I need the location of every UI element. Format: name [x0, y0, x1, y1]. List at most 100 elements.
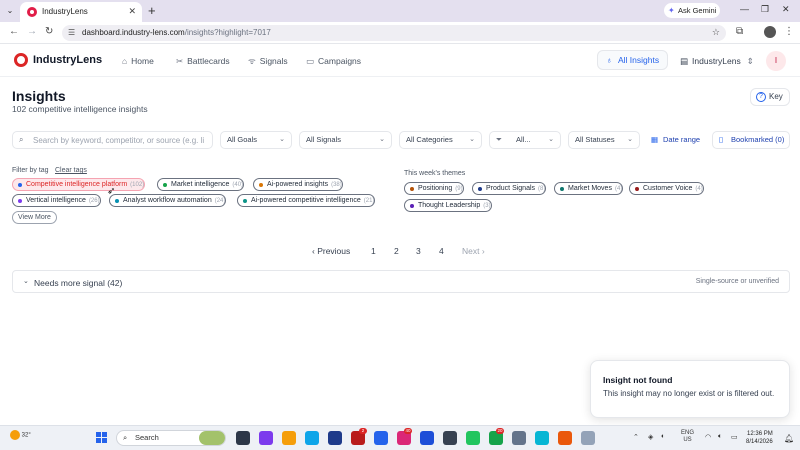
- nav-campaigns[interactable]: ▭ Campaigns: [306, 56, 361, 67]
- key-button[interactable]: ? Key: [750, 88, 790, 106]
- browser-profile-avatar[interactable]: [764, 26, 776, 38]
- theme-dot-icon: [560, 187, 564, 191]
- tag-chip[interactable]: Vertical intelligence (26): [12, 194, 101, 207]
- nav-battlecards-label: Battlecards: [187, 56, 230, 66]
- url-text: dashboard.industry-lens.com/insights?hig…: [82, 28, 271, 37]
- store-icon[interactable]: [328, 431, 342, 445]
- tab-title: IndustryLens: [42, 7, 88, 16]
- search-input[interactable]: [33, 134, 209, 146]
- task-view-icon[interactable]: [236, 431, 250, 445]
- view-more-button[interactable]: View More: [12, 211, 57, 224]
- tag-label: Analyst workflow automation: [123, 197, 212, 204]
- file-explorer-icon[interactable]: [282, 431, 296, 445]
- signals-select[interactable]: All Signals ⌄: [299, 131, 392, 149]
- theme-count: (9): [455, 186, 463, 192]
- battery-icon[interactable]: ▭: [731, 433, 738, 441]
- tag-chip[interactable]: Competitive intelligence platform (102): [12, 178, 146, 191]
- filter-by-tag-label: Filter by tag: [12, 167, 49, 174]
- lang-line2: US: [683, 437, 692, 443]
- extensions-icon[interactable]: ⧉: [736, 26, 743, 37]
- tray-overflow-icon[interactable]: ⌃: [633, 433, 639, 441]
- tag-chip[interactable]: Market intelligence (40): [157, 178, 245, 191]
- previous-page-button[interactable]: ‹ Previous: [312, 246, 350, 256]
- nav-battlecards[interactable]: ✂ Battlecards: [176, 56, 230, 67]
- statuses-select[interactable]: All Statuses ⌄: [568, 131, 640, 149]
- brand-logo-icon[interactable]: [14, 53, 28, 67]
- all-insights-button[interactable]: ♁ All Insights: [597, 50, 668, 70]
- weather-temp: 32°: [21, 432, 31, 439]
- outlook-icon[interactable]: [420, 431, 434, 445]
- edge-icon[interactable]: [305, 431, 319, 445]
- page-button-2[interactable]: 2: [394, 246, 399, 256]
- site-info-icon[interactable]: ☰: [68, 28, 75, 37]
- maximize-icon[interactable]: ❐: [761, 4, 769, 15]
- system-clock[interactable]: 12:36 PM 8/14/2026: [746, 430, 773, 446]
- browser-tab[interactable]: IndustryLens ✕: [20, 2, 142, 22]
- date-range-button[interactable]: ▦ Date range: [645, 131, 707, 149]
- wifi-icon[interactable]: ◠: [705, 433, 711, 441]
- categories-select[interactable]: All Categories ⌄: [399, 131, 482, 149]
- theme-chip[interactable]: Product Signals (8): [472, 182, 547, 195]
- org-selector[interactable]: ▤ IndustryLens ⇕: [680, 56, 754, 67]
- nav-signals[interactable]: ᯤ Signals: [248, 56, 288, 67]
- tag-chip[interactable]: Analyst workflow automation (24): [109, 194, 227, 207]
- help-circle-icon: ?: [756, 92, 766, 102]
- weather-widget[interactable]: 32°: [10, 430, 31, 440]
- dropbox-icon[interactable]: ◈: [648, 433, 653, 441]
- campaigns-icon: ▭: [306, 56, 315, 66]
- theme-chip[interactable]: Positioning (9): [404, 182, 464, 195]
- chevron-down-icon: ⌄: [279, 136, 285, 143]
- address-bar[interactable]: ☰ dashboard.industry-lens.com/insights?h…: [62, 25, 726, 41]
- lightbulb-icon: ♁: [606, 55, 613, 65]
- reload-icon[interactable]: ↻: [45, 26, 53, 37]
- chrome-profile-icon[interactable]: [558, 431, 572, 445]
- windows-start-icon[interactable]: [96, 432, 108, 444]
- chevron-updown-icon: ⇕: [746, 56, 754, 66]
- brand-name[interactable]: IndustryLens: [33, 54, 102, 66]
- taskbar-search[interactable]: ⌕ Search: [116, 430, 226, 446]
- app-icon[interactable]: [535, 431, 549, 445]
- needs-more-signal-section[interactable]: ⌄ Needs more signal (42) Single-source o…: [12, 270, 790, 293]
- home-icon: ⌂: [122, 56, 128, 66]
- user-avatar[interactable]: I: [766, 51, 786, 71]
- tag-label: Ai-powered competitive intelligence: [251, 197, 361, 204]
- theme-chip[interactable]: Customer Voice (4): [629, 182, 704, 195]
- snipping-tool-icon[interactable]: [581, 431, 595, 445]
- close-window-icon[interactable]: ✕: [782, 4, 790, 15]
- clear-tags-link[interactable]: Clear tags: [55, 167, 87, 174]
- copilot-icon[interactable]: [259, 431, 273, 445]
- tab-close-icon[interactable]: ✕: [128, 6, 136, 17]
- camera-icon[interactable]: [512, 431, 526, 445]
- language-indicator[interactable]: ENG US: [681, 430, 694, 444]
- type-select[interactable]: ⏷ All... ⌄: [489, 131, 561, 149]
- notifications-bell-icon[interactable]: 🔔︎: [784, 434, 794, 443]
- page-button-3[interactable]: 3: [416, 246, 421, 256]
- tab-search-dropdown-icon[interactable]: ⌄: [4, 5, 16, 17]
- next-page-button[interactable]: Next ›: [462, 246, 485, 256]
- bookmarked-button[interactable]: ▯ Bookmarked (0): [712, 131, 790, 149]
- theme-label: Product Signals: [486, 185, 536, 192]
- tag-chip[interactable]: Ai-powered competitive intelligence (21): [237, 194, 376, 207]
- minimize-icon[interactable]: —: [740, 4, 749, 14]
- page-button-1[interactable]: 1: [371, 246, 376, 256]
- forward-icon[interactable]: →: [27, 26, 37, 37]
- theme-chip[interactable]: Market Moves (4): [554, 182, 624, 195]
- notification-badge: 40: [404, 428, 412, 434]
- browser-menu-icon[interactable]: ⋮: [784, 26, 794, 37]
- back-icon[interactable]: ←: [9, 26, 19, 37]
- app-icon[interactable]: [443, 431, 457, 445]
- new-tab-icon[interactable]: +: [148, 3, 156, 18]
- mail-icon[interactable]: [374, 431, 388, 445]
- tray-app-icon[interactable]: ◐: [661, 433, 665, 440]
- search-icon: ⌕: [123, 433, 128, 442]
- bookmark-star-icon[interactable]: ☆: [712, 27, 720, 38]
- goals-select[interactable]: All Goals ⌄: [220, 131, 292, 149]
- chevron-down-icon: ⌄: [23, 278, 29, 285]
- tag-chip[interactable]: Ai-powered insights (38): [253, 178, 343, 191]
- spotify-icon[interactable]: [466, 431, 480, 445]
- ask-gemini-button[interactable]: ✦ Ask Gemini: [664, 3, 720, 18]
- nav-home[interactable]: ⌂ Home: [122, 56, 154, 66]
- theme-chip[interactable]: Thought Leadership (3): [404, 199, 492, 212]
- page-button-4[interactable]: 4: [439, 246, 444, 256]
- volume-icon[interactable]: 🔈︎: [718, 433, 722, 441]
